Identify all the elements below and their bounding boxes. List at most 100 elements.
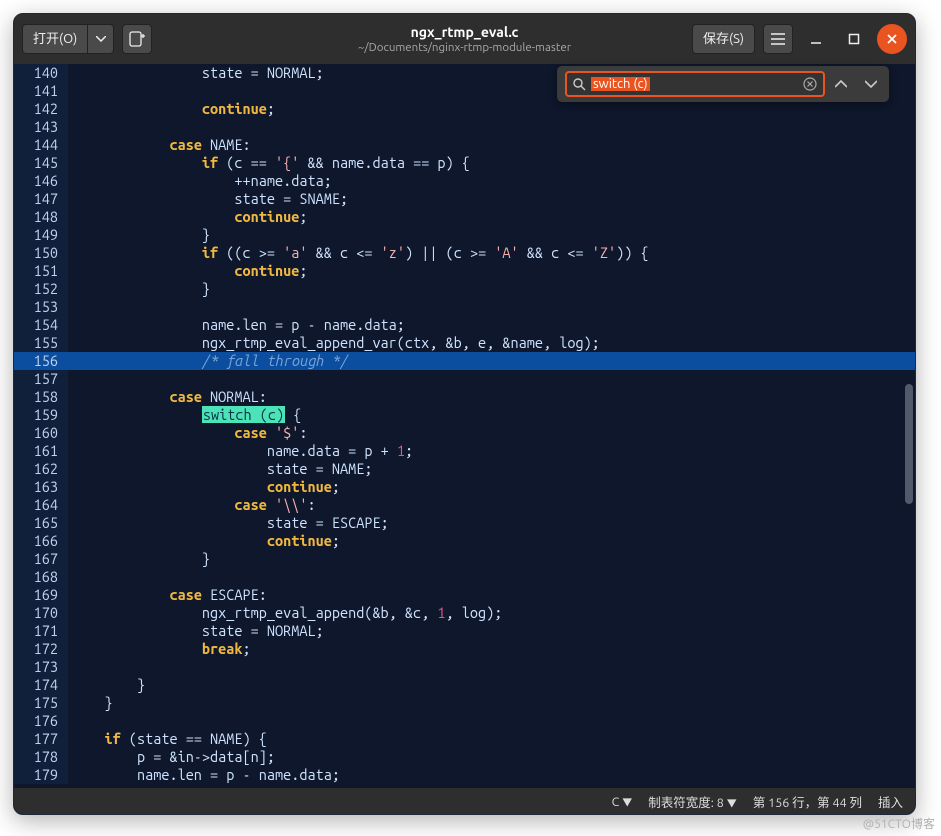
code-line[interactable]: 173 <box>14 658 915 676</box>
find-prev-button[interactable] <box>827 70 855 98</box>
code-line[interactable]: 147 state = SNAME; <box>14 190 915 208</box>
code-text[interactable] <box>68 712 915 730</box>
code-line[interactable]: 171 state = NORMAL; <box>14 622 915 640</box>
code-line[interactable]: 153 <box>14 298 915 316</box>
code-text[interactable]: } <box>68 226 915 244</box>
code-line[interactable]: 168 <box>14 568 915 586</box>
code-line[interactable]: 158 case NORMAL: <box>14 388 915 406</box>
find-input[interactable]: switch (c) <box>591 77 650 91</box>
code-line[interactable]: 154 name.len = p - name.data; <box>14 316 915 334</box>
code-line[interactable]: 155 ngx_rtmp_eval_append_var(ctx, &b, e,… <box>14 334 915 352</box>
code-line[interactable]: 179 name.len = p - name.data; <box>14 766 915 784</box>
maximize-button[interactable] <box>839 24 869 54</box>
code-line[interactable]: 172 break; <box>14 640 915 658</box>
open-button[interactable]: 打开(O) <box>22 24 88 54</box>
code-line[interactable]: 164 case '\\': <box>14 496 915 514</box>
code-text[interactable]: if (c == '{' && name.data == p) { <box>68 154 915 172</box>
code-text[interactable]: ngx_rtmp_eval_append_var(ctx, &b, e, &na… <box>68 334 915 352</box>
clear-search-button[interactable] <box>803 77 817 91</box>
code-text[interactable] <box>68 298 915 316</box>
code-line[interactable]: 177 if (state == NAME) { <box>14 730 915 748</box>
code-line[interactable]: 157 <box>14 370 915 388</box>
code-line[interactable]: 165 state = ESCAPE; <box>14 514 915 532</box>
code-text[interactable]: case '\\': <box>68 496 915 514</box>
code-line[interactable]: 142 continue; <box>14 100 915 118</box>
code-text[interactable]: state = ESCAPE; <box>68 514 915 532</box>
code-text[interactable]: continue; <box>68 532 915 550</box>
code-line[interactable]: 166 continue; <box>14 532 915 550</box>
hamburger-menu-button[interactable] <box>763 24 793 54</box>
code-text[interactable]: } <box>68 694 915 712</box>
code-line[interactable]: 146 ++name.data; <box>14 172 915 190</box>
code-line[interactable]: 151 continue; <box>14 262 915 280</box>
code-text[interactable] <box>68 118 915 136</box>
save-button[interactable]: 保存(S) <box>692 24 755 54</box>
gutter-line-number: 171 <box>14 622 68 640</box>
code-text[interactable]: } <box>68 550 915 568</box>
code-line[interactable]: 144 case NAME: <box>14 136 915 154</box>
code-line[interactable]: 156 /* fall through */ <box>14 352 915 370</box>
code-text[interactable]: continue; <box>68 478 915 496</box>
code-line[interactable]: 149 } <box>14 226 915 244</box>
status-tab-width[interactable]: 制表符宽度: 8▼ <box>648 792 737 811</box>
code-text[interactable]: name.len = p - name.data; <box>68 766 915 784</box>
code-line[interactable]: 167 } <box>14 550 915 568</box>
code-line[interactable]: 160 case '$': <box>14 424 915 442</box>
code-text[interactable]: state = NAME; <box>68 460 915 478</box>
code-line[interactable]: 159 switch (c) { <box>14 406 915 424</box>
code-line[interactable]: 163 continue; <box>14 478 915 496</box>
code-text[interactable]: case NORMAL: <box>68 388 915 406</box>
gutter-line-number: 179 <box>14 766 68 784</box>
code-text[interactable] <box>68 370 915 388</box>
code-text[interactable] <box>68 568 915 586</box>
code-text[interactable]: p = &in->data[n]; <box>68 748 915 766</box>
minimize-button[interactable] <box>801 24 831 54</box>
status-position[interactable]: 第 156 行，第 44 列 <box>753 792 862 811</box>
code-text[interactable]: break; <box>68 640 915 658</box>
code-text[interactable]: } <box>68 280 915 298</box>
code-text[interactable]: case ESCAPE: <box>68 586 915 604</box>
code-text[interactable]: state = SNAME; <box>68 190 915 208</box>
code-line[interactable]: 170 ngx_rtmp_eval_append(&b, &c, 1, log)… <box>14 604 915 622</box>
code-line[interactable]: 176 <box>14 712 915 730</box>
code-line[interactable]: 178 p = &in->data[n]; <box>14 748 915 766</box>
code-text[interactable]: continue; <box>68 262 915 280</box>
code-editor[interactable]: 140 state = NORMAL;141142 continue;14314… <box>14 64 915 788</box>
new-tab-button[interactable] <box>122 24 152 54</box>
code-text[interactable]: if (state == NAME) { <box>68 730 915 748</box>
code-text[interactable]: ++name.data; <box>68 172 915 190</box>
gutter-line-number: 152 <box>14 280 68 298</box>
gutter-line-number: 163 <box>14 478 68 496</box>
code-line[interactable]: 145 if (c == '{' && name.data == p) { <box>14 154 915 172</box>
code-line[interactable]: 169 case ESCAPE: <box>14 586 915 604</box>
code-line[interactable]: 143 <box>14 118 915 136</box>
code-line[interactable]: 150 if ((c >= 'a' && c <= 'z') || (c >= … <box>14 244 915 262</box>
code-text[interactable]: case NAME: <box>68 136 915 154</box>
code-text[interactable]: case '$': <box>68 424 915 442</box>
open-dropdown[interactable] <box>88 24 114 54</box>
code-text[interactable]: name.data = p + 1; <box>68 442 915 460</box>
code-line[interactable]: 174 } <box>14 676 915 694</box>
code-line[interactable]: 161 name.data = p + 1; <box>14 442 915 460</box>
find-input-wrap: switch (c) <box>565 71 825 97</box>
code-line[interactable]: 175 } <box>14 694 915 712</box>
code-text[interactable]: if ((c >= 'a' && c <= 'z') || (c >= 'A' … <box>68 244 915 262</box>
code-text[interactable]: /* fall through */ <box>68 352 915 370</box>
new-tab-icon <box>129 31 145 47</box>
code-text[interactable] <box>68 658 915 676</box>
close-button[interactable] <box>877 24 907 54</box>
code-text[interactable]: ngx_rtmp_eval_append(&b, &c, 1, log); <box>68 604 915 622</box>
code-line[interactable]: 148 continue; <box>14 208 915 226</box>
code-text[interactable]: switch (c) { <box>68 406 915 424</box>
code-text[interactable]: state = NORMAL; <box>68 622 915 640</box>
code-text[interactable]: name.len = p - name.data; <box>68 316 915 334</box>
code-text[interactable]: continue; <box>68 100 915 118</box>
code-line[interactable]: 162 state = NAME; <box>14 460 915 478</box>
status-language[interactable]: C▼ <box>612 794 633 809</box>
vertical-scrollbar[interactable] <box>905 384 913 504</box>
code-area[interactable]: 140 state = NORMAL;141142 continue;14314… <box>14 64 915 784</box>
code-line[interactable]: 152 } <box>14 280 915 298</box>
code-text[interactable]: } <box>68 676 915 694</box>
code-text[interactable]: continue; <box>68 208 915 226</box>
find-next-button[interactable] <box>857 70 885 98</box>
